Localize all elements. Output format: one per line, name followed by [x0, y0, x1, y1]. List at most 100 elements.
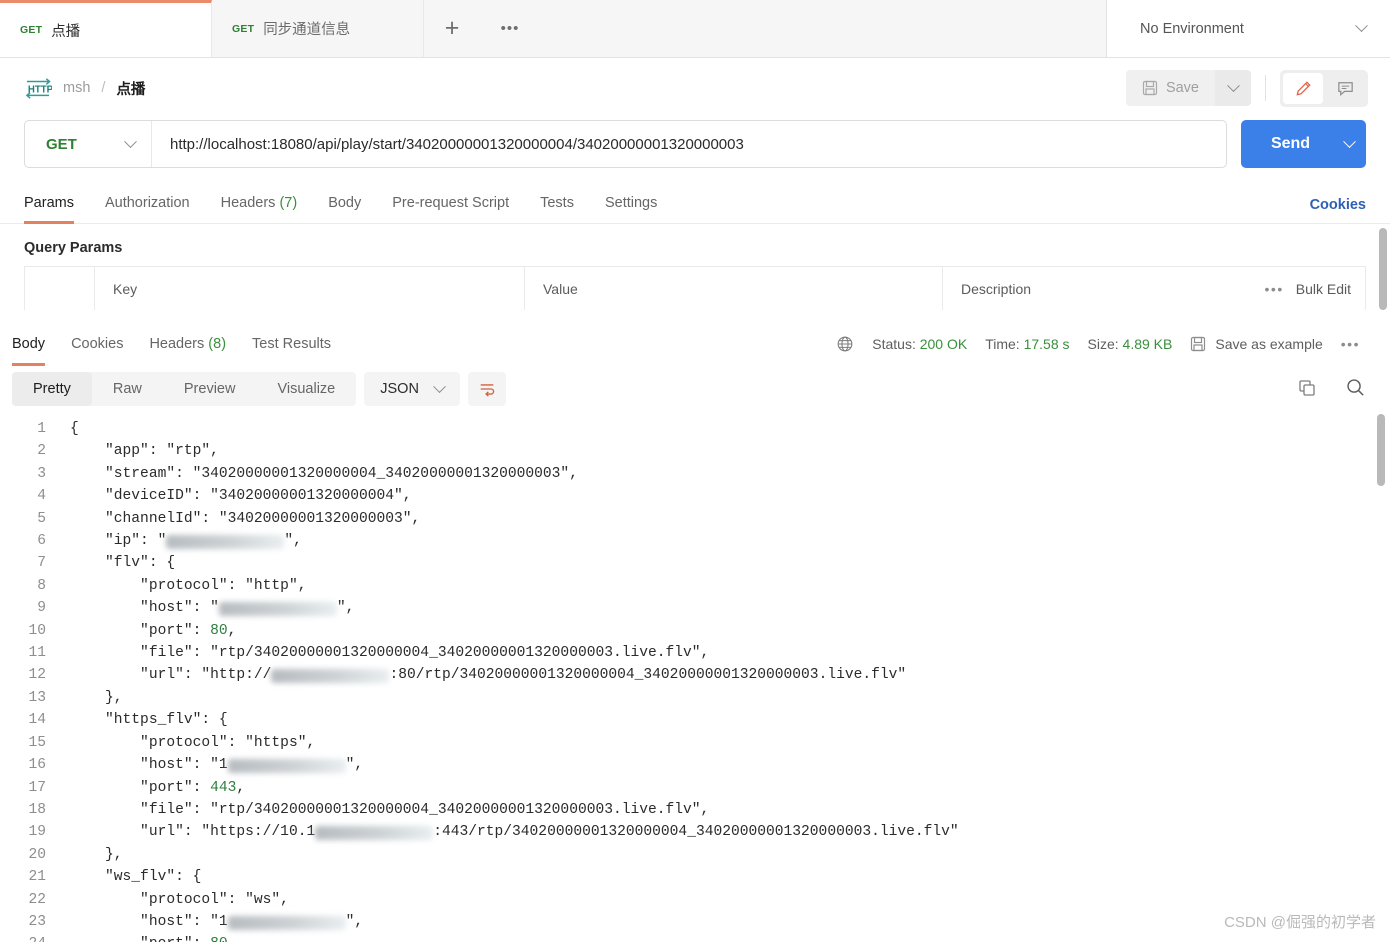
tab-label: Headers [220, 194, 276, 211]
globe-icon [837, 336, 853, 352]
code-scrollbar[interactable] [1375, 412, 1385, 942]
line-number: 10 [28, 622, 46, 639]
query-params-checkbox-column [25, 267, 95, 310]
tab-tests[interactable]: Tests [540, 186, 574, 224]
chevron-down-icon [1355, 19, 1368, 33]
page-scrollbar[interactable] [1377, 228, 1387, 318]
status-label: Status: [872, 336, 916, 352]
tab-body[interactable]: Body [328, 186, 361, 224]
code-line: }, [70, 689, 123, 706]
comment-button[interactable] [1325, 73, 1365, 104]
copy-button[interactable] [1297, 378, 1317, 401]
time-label: Time: [985, 336, 1020, 352]
tab-label: Params [24, 194, 74, 211]
query-params-title: Query Params [24, 240, 123, 256]
view-raw[interactable]: Raw [92, 372, 163, 406]
code-line: "protocol": "ws", [70, 891, 289, 908]
scrollbar-thumb[interactable] [1377, 414, 1385, 486]
http-method-select[interactable]: GET [25, 121, 152, 167]
code-line: "port": 443, [70, 779, 246, 796]
code-line: "protocol": "https", [70, 734, 316, 751]
line-number: 17 [28, 779, 46, 796]
scrollbar-thumb[interactable] [1379, 228, 1387, 310]
request-tab-0[interactable]: GET 点播 [0, 0, 212, 57]
send-label: Send [1270, 135, 1311, 152]
code-line: "url": "https://10.1:443/rtp/34020000001… [70, 824, 959, 841]
query-params-table: Key Value Description ••• Bulk Edit [24, 266, 1366, 310]
environment-selector[interactable]: No Environment [1107, 0, 1390, 57]
line-number: 7 [37, 555, 46, 572]
send-button[interactable]: Send [1241, 120, 1366, 168]
code-line: "port": 80, [70, 622, 237, 639]
save-as-example-button[interactable]: Save as example [1190, 336, 1323, 352]
code-line: "deviceID": "34020000001320000004", [70, 488, 412, 505]
tab-count: (8) [208, 336, 227, 352]
chevron-down-icon [433, 379, 446, 393]
tab-headers[interactable]: Headers (7) [221, 186, 298, 224]
tab-count: (7) [279, 194, 298, 211]
code-line: "protocol": "http", [70, 577, 307, 594]
request-tab-strip: Params Authorization Headers (7) Body Pr… [0, 186, 1390, 224]
code-line: { [70, 421, 79, 437]
line-number: 11 [28, 645, 46, 662]
line-number: 18 [28, 801, 46, 818]
response-more-button[interactable]: ••• [1341, 336, 1360, 352]
response-tab-cookies[interactable]: Cookies [71, 322, 123, 366]
edit-mode-button[interactable] [1283, 72, 1323, 104]
tab-pre-request-script[interactable]: Pre-request Script [392, 186, 509, 224]
line-number: 4 [37, 488, 46, 505]
breadcrumb-row: HTTP msh / 点播 Save [0, 58, 1390, 118]
bulk-edit-button[interactable]: ••• Bulk Edit [1265, 281, 1351, 297]
format-bar-actions [1297, 377, 1366, 401]
tab-label: Tests [540, 194, 574, 211]
response-body-viewer[interactable]: 123456789101112131415161718192021222324 … [0, 412, 1390, 942]
line-number: 14 [28, 712, 46, 729]
save-options-button[interactable] [1215, 70, 1251, 106]
cookies-link[interactable]: Cookies [1310, 197, 1366, 213]
tab-params[interactable]: Params [24, 186, 74, 224]
wrap-lines-icon [480, 384, 495, 397]
view-preview[interactable]: Preview [163, 372, 257, 406]
column-header-key: Key [95, 267, 525, 310]
tab-label: Headers [149, 336, 205, 352]
view-visualize[interactable]: Visualize [256, 372, 356, 406]
code-line: }, [70, 846, 123, 863]
request-tab-1[interactable]: GET 同步通道信息 [212, 0, 424, 57]
url-input[interactable] [152, 135, 1226, 153]
chevron-down-icon [1342, 134, 1356, 148]
tab-options-button[interactable]: ••• [480, 0, 540, 57]
view-pretty[interactable]: Pretty [12, 372, 92, 406]
size-value: 4.89 KB [1122, 336, 1173, 352]
floppy-disk-icon [1142, 80, 1158, 96]
code-line: "url": "http://:80/rtp/34020000001320000… [70, 667, 907, 684]
send-options-button[interactable] [1332, 134, 1366, 149]
watermark: CSDN @倔强的初学者 [1224, 914, 1376, 931]
response-tab-headers[interactable]: Headers (8) [149, 322, 226, 366]
tab-settings[interactable]: Settings [605, 186, 657, 224]
tab-title-label: 同步通道信息 [263, 22, 351, 38]
save-button[interactable]: Save [1125, 70, 1215, 106]
tab-authorization[interactable]: Authorization [105, 186, 190, 224]
code-line: "file": "rtp/34020000001320000004_340200… [70, 645, 710, 662]
code-line: "stream": "34020000001320000004_34020000… [70, 465, 578, 482]
tab-label: Cookies [71, 336, 124, 352]
line-number: 6 [37, 533, 46, 550]
search-button[interactable] [1345, 377, 1366, 401]
redacted-text [218, 602, 337, 617]
tab-method-label: GET [20, 24, 43, 36]
chevron-down-icon [1226, 78, 1240, 92]
search-icon [1347, 379, 1364, 396]
breadcrumb-collection[interactable]: msh [63, 80, 90, 96]
status-badge: 200 OK [919, 336, 968, 352]
http-method-label: GET [46, 135, 77, 153]
response-tab-test-results[interactable]: Test Results [252, 322, 331, 366]
code-line: "host": "1 ", [70, 913, 364, 930]
wrap-lines-button[interactable] [467, 372, 506, 406]
tab-label: Settings [604, 194, 658, 211]
new-tab-button[interactable]: + [424, 0, 480, 57]
code-line: "host": " ", [70, 600, 355, 617]
time-group: Time: 17.58 s [985, 336, 1069, 352]
language-select[interactable]: JSON [364, 372, 460, 406]
line-number: 20 [28, 846, 46, 863]
response-tab-body[interactable]: Body [12, 322, 46, 366]
